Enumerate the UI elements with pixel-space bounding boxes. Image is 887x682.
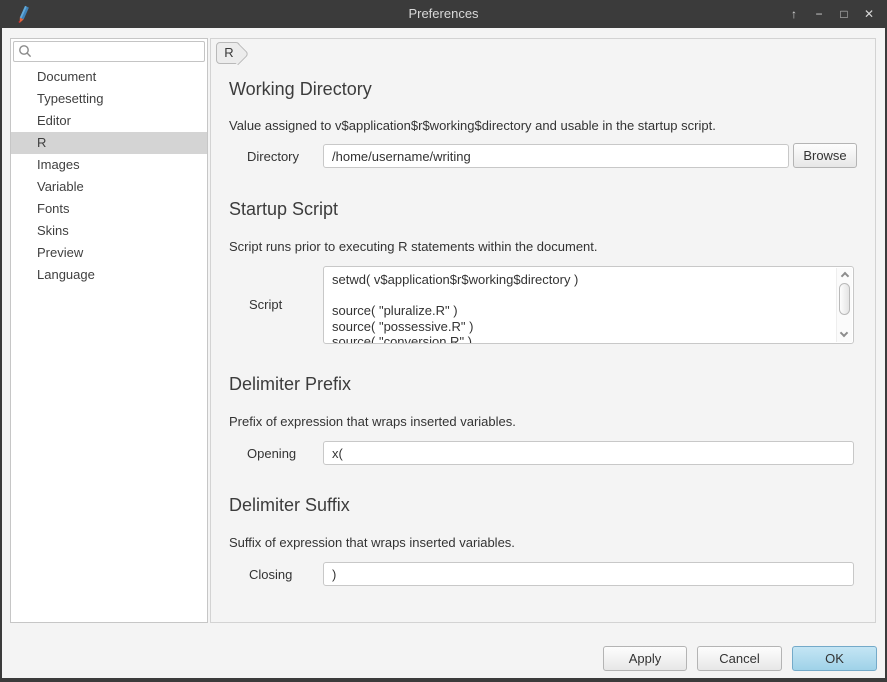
working-directory-description: Value assigned to v$application$r$workin…	[229, 118, 716, 133]
scrollbar-thumb[interactable]	[839, 283, 850, 315]
delimiter-suffix-description: Suffix of expression that wraps inserted…	[229, 535, 515, 550]
sidebar-item-images[interactable]: Images	[11, 154, 207, 176]
delimiter-prefix-heading: Delimiter Prefix	[229, 374, 351, 395]
script-scrollbar[interactable]	[836, 268, 852, 342]
close-icon[interactable]: ✕	[861, 7, 877, 21]
opening-input[interactable]	[323, 441, 854, 465]
sidebar-item-preview[interactable]: Preview	[11, 242, 207, 264]
window-controls: ↑ − □ ✕	[786, 0, 877, 28]
apply-button[interactable]: Apply	[603, 646, 687, 671]
script-text[interactable]: setwd( v$application$r$working$directory…	[324, 267, 836, 344]
directory-label: Directory	[247, 149, 299, 164]
cancel-button[interactable]: Cancel	[697, 646, 782, 671]
startup-script-heading: Startup Script	[229, 199, 338, 220]
minimize-icon[interactable]: −	[811, 7, 827, 21]
startup-script-description: Script runs prior to executing R stateme…	[229, 239, 598, 254]
scroll-down-icon[interactable]	[840, 329, 848, 337]
sidebar-item-skins[interactable]: Skins	[11, 220, 207, 242]
search-icon	[18, 44, 32, 58]
titlebar: Preferences ↑ − □ ✕	[0, 0, 887, 28]
category-sidebar: Document Typesetting Editor R Images Var…	[10, 38, 208, 623]
category-list: Document Typesetting Editor R Images Var…	[11, 64, 207, 286]
window-title: Preferences	[0, 6, 887, 21]
settings-pane: R Working Directory Value assigned to v$…	[210, 38, 876, 623]
closing-input[interactable]	[323, 562, 854, 586]
search-input[interactable]	[13, 41, 205, 62]
sidebar-item-fonts[interactable]: Fonts	[11, 198, 207, 220]
sidebar-item-language[interactable]: Language	[11, 264, 207, 286]
directory-input[interactable]	[323, 144, 789, 168]
scroll-up-icon[interactable]	[840, 272, 848, 280]
restore-icon[interactable]: ↑	[786, 7, 802, 21]
sidebar-item-editor[interactable]: Editor	[11, 110, 207, 132]
delimiter-prefix-description: Prefix of expression that wraps inserted…	[229, 414, 516, 429]
dialog-content: Document Typesetting Editor R Images Var…	[2, 28, 885, 678]
dialog-buttons: Apply Cancel OK	[603, 646, 877, 671]
maximize-icon[interactable]: □	[836, 7, 852, 21]
sidebar-item-variable[interactable]: Variable	[11, 176, 207, 198]
closing-label: Closing	[249, 567, 292, 582]
breadcrumb-label: R	[217, 45, 241, 60]
preferences-window: Preferences ↑ − □ ✕ Document Typesetting…	[0, 0, 887, 682]
sidebar-item-typesetting[interactable]: Typesetting	[11, 88, 207, 110]
breadcrumb: R	[216, 42, 240, 64]
opening-label: Opening	[247, 446, 296, 461]
ok-button[interactable]: OK	[792, 646, 877, 671]
working-directory-heading: Working Directory	[229, 79, 372, 100]
script-label: Script	[249, 297, 282, 312]
sidebar-item-r[interactable]: R	[11, 132, 207, 154]
sidebar-item-document[interactable]: Document	[11, 66, 207, 88]
delimiter-suffix-heading: Delimiter Suffix	[229, 495, 350, 516]
browse-button[interactable]: Browse	[793, 143, 857, 168]
script-editor[interactable]: setwd( v$application$r$working$directory…	[323, 266, 854, 344]
